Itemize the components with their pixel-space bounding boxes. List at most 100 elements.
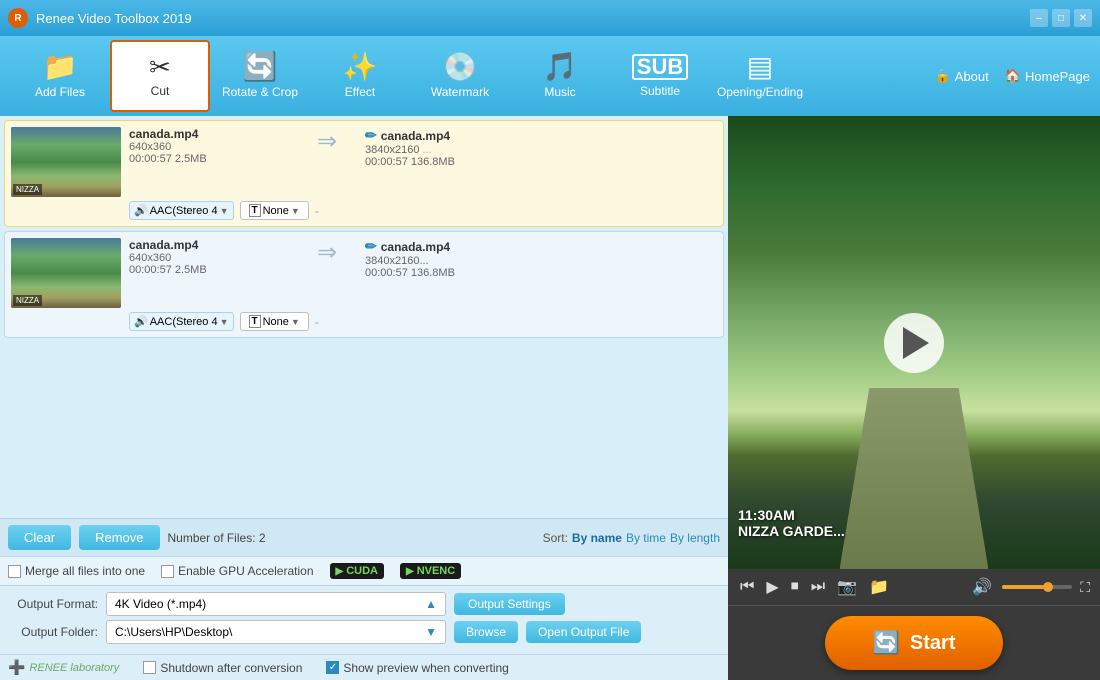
start-button[interactable]: 🔄 Start [825, 616, 1004, 670]
file-duration-size: 00:00:57 2.5MB [129, 153, 289, 165]
start-icon: 🔄 [873, 630, 900, 656]
folder-dropdown-arrow: ▼ [425, 625, 437, 639]
open-output-button[interactable]: Open Output File [526, 621, 641, 643]
shutdown-checkbox[interactable] [143, 661, 156, 674]
arrow-right-icon: ⇒ [317, 127, 337, 156]
output-folder-select[interactable]: C:\Users\HP\Desktop\ ▼ [106, 620, 446, 644]
about-link[interactable]: 🔒 About [935, 68, 989, 84]
play-button-overlay[interactable] [884, 313, 944, 373]
output-duration-size: 00:00:57 136.8MB [365, 267, 717, 279]
gpu-label: Enable GPU Acceleration [178, 564, 313, 578]
output-folder-row: Output Folder: C:\Users\HP\Desktop\ ▼ Br… [8, 620, 720, 644]
main-content: NIZZA canada.mp4 640x360 00:00:57 2.5MB … [0, 116, 1100, 680]
settings-bar: Merge all files into one Enable GPU Acce… [0, 556, 728, 585]
format-dropdown-arrow: ▲ [425, 597, 437, 611]
music-icon: 🎵 [543, 53, 578, 81]
video-preview-area: 11:30AM NIZZA GARDE... [728, 116, 1100, 569]
start-section: 🔄 Start [728, 605, 1100, 680]
file-info: canada.mp4 640x360 00:00:57 2.5MB [129, 127, 289, 165]
skip-forward-button[interactable]: ⏭ [809, 576, 827, 598]
folder-value: C:\Users\HP\Desktop\ [115, 625, 232, 639]
toolbar-label-opening-ending: Opening/Ending [717, 85, 803, 99]
footer-checkboxes: ➕ RENEE laboratory Shutdown after conver… [0, 654, 728, 680]
toolbar-item-music[interactable]: 🎵 Music [510, 40, 610, 112]
output-format-row: Output Format: 4K Video (*.mp4) ▲ Output… [8, 592, 720, 616]
app-title: Renee Video Toolbox 2019 [36, 11, 192, 26]
toolbar: 📁 Add Files ✂ Cut 🔄 Rotate & Crop ✨ Effe… [0, 36, 1100, 116]
add-icon[interactable]: ➕ [8, 659, 25, 676]
renee-lab-text: RENEE laboratory [29, 662, 119, 674]
gpu-checkbox-label[interactable]: Enable GPU Acceleration [161, 564, 313, 578]
remove-button[interactable]: Remove [79, 525, 159, 550]
output-dims: 3840x2160... [365, 255, 717, 267]
folder-button[interactable]: 📁 [867, 575, 891, 599]
toolbar-item-subtitle[interactable]: SUB Subtitle [610, 40, 710, 112]
merge-checkbox[interactable] [8, 565, 21, 578]
minimize-button[interactable]: – [1030, 9, 1048, 27]
list-item: NIZZA canada.mp4 640x360 00:00:57 2.5MB … [4, 120, 724, 227]
effect-icon: ✨ [343, 53, 378, 81]
file-thumbnail: NIZZA [11, 238, 121, 308]
audio-value: AAC(Stereo 4 [150, 316, 218, 328]
skip-back-button[interactable]: ⏮ [738, 576, 756, 598]
stop-button[interactable]: ⏹ [789, 576, 801, 598]
toolbar-label-add-files: Add Files [35, 85, 85, 99]
volume-track[interactable] [1002, 585, 1072, 589]
toolbar-item-watermark[interactable]: 💿 Watermark [410, 40, 510, 112]
file-dims: 640x360 [129, 252, 289, 264]
file-info: canada.mp4 640x360 00:00:57 2.5MB [129, 238, 289, 276]
output-format-select[interactable]: 4K Video (*.mp4) ▲ [106, 592, 446, 616]
audio-select[interactable]: 🔊 AAC(Stereo 4 ▼ [129, 201, 234, 220]
camera-button[interactable]: 📷 [835, 575, 859, 599]
clear-button[interactable]: Clear [8, 525, 71, 550]
video-controls-bar: ⏮ ▶ ⏹ ⏭ 📷 📁 🔊 ⛶ [728, 569, 1100, 605]
preview-checkbox[interactable]: ✓ [326, 661, 339, 674]
play-pause-button[interactable]: ▶ [764, 575, 780, 599]
toolbar-item-cut[interactable]: ✂ Cut [110, 40, 210, 112]
subtitle-dropdown-arrow: ▼ [291, 206, 300, 216]
audio-select[interactable]: 🔊 AAC(Stereo 4 ▼ [129, 312, 234, 331]
toolbar-item-effect[interactable]: ✨ Effect [310, 40, 410, 112]
homepage-label: HomePage [1025, 69, 1090, 84]
preview-label: Show preview when converting [343, 661, 508, 675]
video-location: NIZZA GARDE... [738, 523, 845, 539]
toolbar-item-opening-ending[interactable]: ▤ Opening/Ending [710, 40, 810, 112]
sort-by-time[interactable]: By time [626, 531, 666, 545]
toolbar-label-rotate-crop: Rotate & Crop [222, 85, 298, 99]
fullscreen-button[interactable]: ⛶ [1080, 579, 1090, 596]
toolbar-item-add-files[interactable]: 📁 Add Files [10, 40, 110, 112]
file-output: ✏ canada.mp4 3840x2160... 00:00:57 136.8… [365, 238, 717, 279]
subtitle-select[interactable]: T None ▼ [240, 312, 309, 331]
folder-label: Output Folder: [8, 625, 98, 639]
file-dims: 640x360 [129, 141, 289, 153]
output-name: ✏ canada.mp4 [365, 238, 717, 255]
cut-icon: ✂ [149, 54, 171, 80]
volume-thumb[interactable] [1043, 582, 1053, 592]
maximize-button[interactable]: □ [1052, 9, 1070, 27]
sort-label: Sort: [543, 531, 568, 545]
toolbar-item-rotate-crop[interactable]: 🔄 Rotate & Crop [210, 40, 310, 112]
output-settings-button[interactable]: Output Settings [454, 593, 565, 615]
sort-by-length[interactable]: By length [670, 531, 720, 545]
audio-dropdown-arrow: ▼ [220, 206, 229, 216]
output-name: ✏ canada.mp4 [365, 127, 717, 144]
audio-dropdown-arrow: ▼ [220, 317, 229, 327]
output-format-section: Output Format: 4K Video (*.mp4) ▲ Output… [0, 585, 728, 654]
merge-checkbox-label[interactable]: Merge all files into one [8, 564, 145, 578]
browse-button[interactable]: Browse [454, 621, 518, 643]
close-button[interactable]: ✕ [1074, 9, 1092, 27]
bottom-controls-bar: Clear Remove Number of Files: 2 Sort: By… [0, 518, 728, 556]
toolbar-label-watermark: Watermark [431, 85, 489, 99]
dash-separator: - [315, 315, 319, 329]
start-label: Start [910, 632, 956, 655]
nvenc-label: NVENC [417, 565, 456, 577]
gpu-checkbox[interactable] [161, 565, 174, 578]
homepage-link[interactable]: 🏠 HomePage [1005, 68, 1090, 84]
volume-icon[interactable]: 🔊 [970, 575, 994, 599]
toolbar-label-subtitle: Subtitle [640, 84, 680, 98]
subtitle-dropdown-arrow: ▼ [291, 317, 300, 327]
subtitle-select[interactable]: T None ▼ [240, 201, 309, 220]
shutdown-checkbox-label[interactable]: Shutdown after conversion [143, 661, 302, 675]
preview-checkbox-label[interactable]: ✓ Show preview when converting [326, 661, 508, 675]
sort-by-name[interactable]: By name [572, 531, 622, 545]
